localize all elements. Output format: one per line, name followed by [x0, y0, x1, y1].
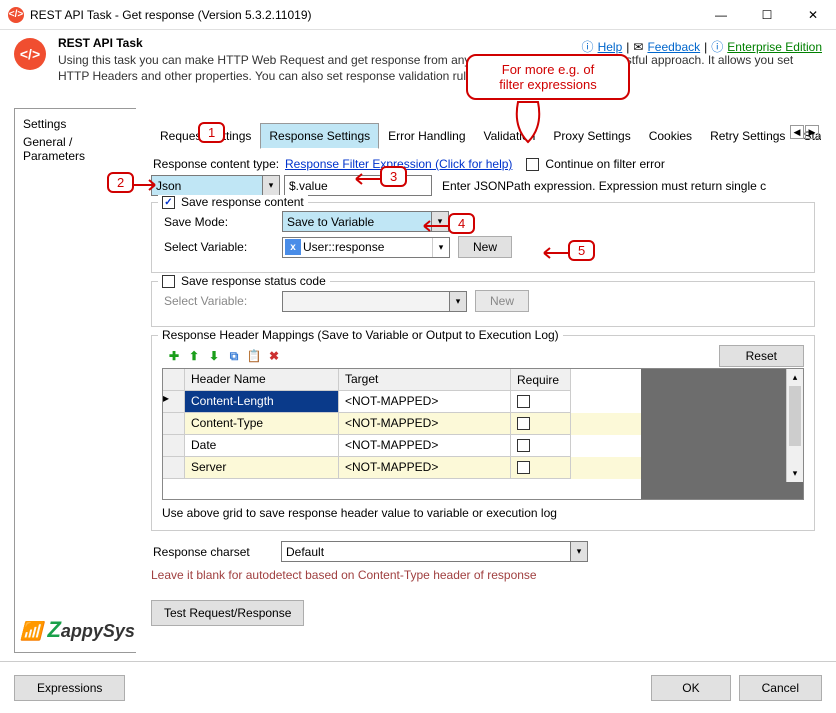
test-request-button[interactable]: Test Request/Response — [151, 600, 304, 626]
select-variable-value[interactable]: User::response — [303, 240, 432, 254]
save-content-label: Save response content — [181, 195, 304, 209]
help-link[interactable]: Help — [598, 40, 623, 54]
variable-icon: x — [285, 239, 301, 255]
grid-hint: Use above grid to save response header v… — [162, 506, 804, 520]
grid-row-selector[interactable]: ▸ — [163, 391, 185, 413]
header-links: ⓘ Help | ✉ Feedback | ⓘ Enterprise Editi… — [582, 38, 822, 55]
charset-label: Response charset — [151, 545, 281, 559]
move-down-icon[interactable]: ⬇ — [206, 348, 222, 364]
grid-row-selector[interactable] — [163, 457, 185, 479]
grid-cell-target[interactable]: <NOT-MAPPED> — [339, 413, 511, 435]
grid-cell-target[interactable]: <NOT-MAPPED> — [339, 457, 511, 479]
grid-cell-require[interactable] — [517, 395, 530, 408]
grid-cell-name[interactable]: Content-Type — [185, 413, 339, 435]
tab-response-settings[interactable]: Response Settings — [260, 123, 379, 149]
sidebar-item-general[interactable]: General / Parameters — [21, 133, 136, 165]
grid-row-selector[interactable] — [163, 435, 185, 457]
titlebar: </> REST API Task - Get response (Versio… — [0, 0, 836, 30]
grid-cell-target[interactable]: <NOT-MAPPED> — [339, 435, 511, 457]
grid-cell-name[interactable]: Date — [185, 435, 339, 457]
jsonpath-hint: Enter JSONPath expression. Expression mu… — [442, 179, 766, 193]
tab-proxy-settings[interactable]: Proxy Settings — [544, 123, 639, 149]
grid-col-header-name[interactable]: Header Name — [185, 369, 339, 391]
reset-button[interactable]: Reset — [719, 345, 804, 367]
status-variable-label: Select Variable: — [162, 294, 282, 308]
tab-retry-settings[interactable]: Retry Settings — [701, 123, 794, 149]
paste-icon[interactable]: 📋 — [246, 348, 262, 364]
move-up-icon[interactable]: ⬆ — [186, 348, 202, 364]
grid-cell-target[interactable]: <NOT-MAPPED> — [339, 391, 511, 413]
header-mappings-grid[interactable]: Header Name Target Require ▸ Content-Len… — [162, 368, 804, 500]
continue-on-error-checkbox[interactable] — [526, 158, 539, 171]
save-status-label: Save response status code — [181, 274, 326, 288]
grid-row-selector[interactable] — [163, 413, 185, 435]
annotation-callout: For more e.g. of filter expressions — [466, 54, 630, 100]
enterprise-link[interactable]: Enterprise Edition — [727, 40, 822, 54]
info-icon: ⓘ — [711, 38, 723, 55]
maximize-button[interactable]: ☐ — [744, 0, 790, 30]
grid-cell-name[interactable]: Content-Length — [185, 391, 339, 413]
charset-hint: Leave it blank for autodetect based on C… — [151, 568, 815, 582]
mail-icon: ✉ — [633, 40, 643, 54]
status-variable-dropdown-icon: ▾ — [450, 291, 467, 312]
annotation-badge-1: 1 — [198, 122, 225, 143]
annotation-badge-5: 5 — [568, 240, 595, 261]
mappings-legend: Response Header Mappings (Save to Variab… — [158, 328, 563, 342]
tabstrip: Request Settings Response Settings Error… — [151, 123, 821, 149]
help-icon: ⓘ — [582, 38, 594, 55]
content-type-label: Response content type: — [151, 157, 281, 171]
zappysys-logo: 📶 ZappySys — [20, 617, 135, 643]
save-content-checkbox[interactable] — [162, 196, 175, 209]
grid-cell-require[interactable] — [517, 417, 530, 430]
task-icon: </> — [14, 38, 46, 70]
content-type-select[interactable] — [151, 175, 263, 196]
sidebar-item-settings[interactable]: Settings — [21, 115, 136, 133]
feedback-link[interactable]: Feedback — [647, 40, 700, 54]
variable-dropdown-icon[interactable]: ▾ — [432, 238, 449, 257]
expressions-button[interactable]: Expressions — [14, 675, 125, 701]
window-title: REST API Task - Get response (Version 5.… — [30, 8, 698, 22]
grid-toolbar: ✚ ⬆ ⬇ ⧉ 📋 ✖ — [162, 344, 286, 368]
ok-button[interactable]: OK — [651, 675, 730, 701]
tab-cookies[interactable]: Cookies — [640, 123, 701, 149]
charset-dropdown-icon[interactable]: ▾ — [571, 541, 588, 562]
grid-cell-require[interactable] — [517, 439, 530, 452]
continue-on-error-label: Continue on filter error — [545, 157, 664, 171]
grid-col-target[interactable]: Target — [339, 369, 511, 391]
app-icon: </> — [8, 7, 24, 23]
minimize-button[interactable]: — — [698, 0, 744, 30]
grid-col-require[interactable]: Require — [511, 369, 571, 391]
content-type-dropdown-icon[interactable]: ▾ — [263, 175, 280, 196]
save-mode-select[interactable] — [282, 211, 432, 232]
header-description: Using this task you can make HTTP Web Re… — [58, 52, 822, 84]
cancel-button[interactable]: Cancel — [739, 675, 822, 701]
annotation-badge-3: 3 — [380, 166, 407, 187]
annotation-badge-4: 4 — [448, 213, 475, 234]
grid-scrollbar-vertical[interactable]: ▴ ▾ — [786, 369, 803, 482]
copy-icon[interactable]: ⧉ — [226, 348, 242, 364]
save-mode-label: Save Mode: — [162, 215, 282, 229]
delete-row-icon[interactable]: ✖ — [266, 348, 282, 364]
charset-select[interactable] — [281, 541, 571, 562]
footer: Expressions OK Cancel — [0, 661, 836, 713]
tab-scroll-right[interactable]: ▶ — [805, 125, 819, 139]
new-status-variable-button: New — [475, 290, 529, 312]
grid-cell-name[interactable]: Server — [185, 457, 339, 479]
save-status-checkbox[interactable] — [162, 275, 175, 288]
content-area: Request Settings Response Settings Error… — [136, 108, 822, 653]
status-variable-select — [282, 291, 450, 312]
new-variable-button[interactable]: New — [458, 236, 512, 258]
add-row-icon[interactable]: ✚ — [166, 348, 182, 364]
grid-cell-require[interactable] — [517, 461, 530, 474]
tab-error-handling[interactable]: Error Handling — [379, 123, 474, 149]
tab-scroll-left[interactable]: ◀ — [790, 125, 804, 139]
annotation-badge-2: 2 — [107, 172, 134, 193]
close-button[interactable]: ✕ — [790, 0, 836, 30]
select-variable-label: Select Variable: — [162, 240, 282, 254]
